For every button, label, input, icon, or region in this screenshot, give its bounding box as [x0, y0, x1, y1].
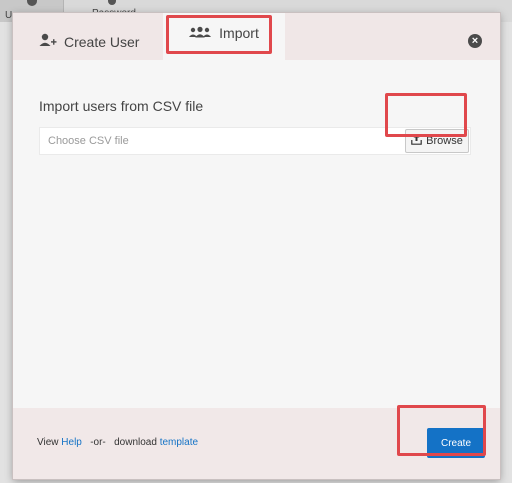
- dialog-footer: View Help -or- download template Create: [13, 408, 500, 479]
- add-user-icon: [39, 33, 57, 50]
- key-icon: [108, 0, 116, 5]
- footer-download-text: download: [114, 437, 157, 448]
- dialog-body: Import users from CSV file Choose CSV fi…: [13, 60, 500, 408]
- footer-help-text: View Help -or- download template: [37, 437, 198, 448]
- tab-create-user-label: Create User: [64, 33, 140, 50]
- dialog-header: Create User Import ×: [13, 13, 500, 60]
- template-link[interactable]: template: [160, 437, 198, 448]
- user-icon: [26, 0, 37, 6]
- close-icon[interactable]: ×: [468, 34, 482, 48]
- help-link[interactable]: Help: [61, 437, 82, 448]
- tab-create-user[interactable]: Create User: [39, 23, 139, 60]
- group-icon: [189, 25, 212, 41]
- tab-import[interactable]: Import: [163, 13, 285, 60]
- footer-view-text: View: [37, 437, 59, 448]
- section-title: Import users from CSV file: [39, 98, 204, 114]
- upload-icon: [411, 134, 422, 148]
- footer-or-text: -or-: [90, 437, 106, 448]
- import-users-dialog: Create User Import × Import users from C…: [13, 13, 500, 479]
- create-button[interactable]: Create: [427, 428, 485, 458]
- browse-button[interactable]: Browse: [405, 129, 469, 153]
- browse-button-label: Browse: [426, 135, 463, 147]
- tab-import-label: Import: [219, 25, 259, 41]
